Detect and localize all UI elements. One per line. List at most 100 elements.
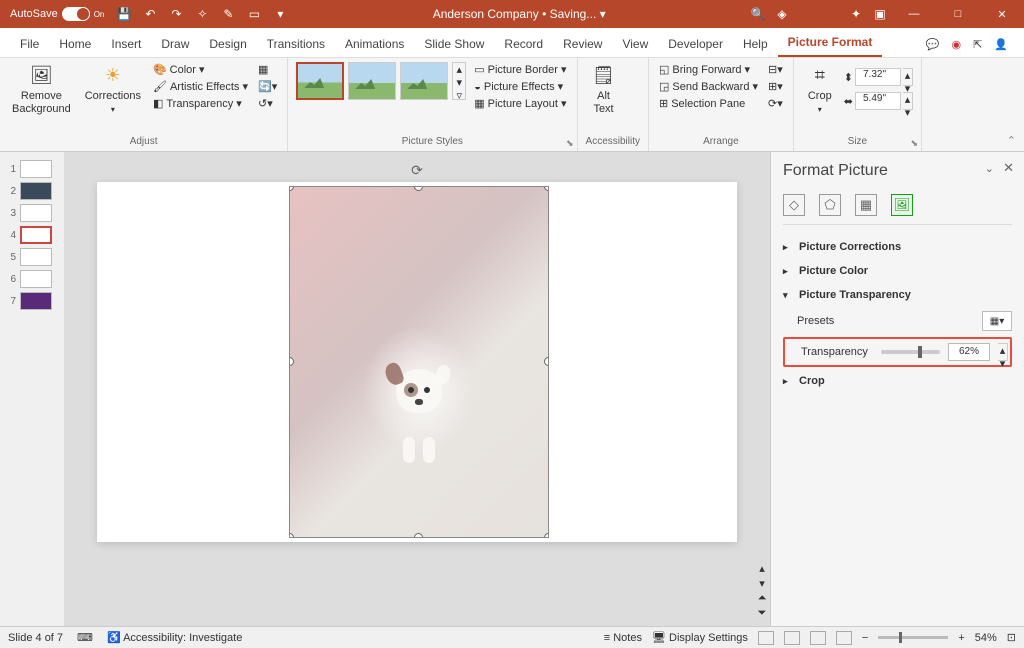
resize-handle-mr[interactable] <box>544 357 549 366</box>
gallery-more-button[interactable]: ▴▾▿ <box>452 62 466 100</box>
normal-view-icon[interactable] <box>758 631 774 645</box>
diamond-icon[interactable]: ◈ <box>774 6 790 22</box>
resize-handle-bc[interactable] <box>414 533 423 538</box>
slide-canvas[interactable]: ⟳ ▴ ▾ ⏶ ⏷ <box>64 152 770 626</box>
style-item-1[interactable] <box>296 62 344 100</box>
style-item-2[interactable] <box>348 62 396 100</box>
maximize-button[interactable]: □ <box>940 0 976 28</box>
resize-handle-br[interactable] <box>544 533 549 538</box>
thumb-6[interactable]: 6 <box>0 268 64 290</box>
styles-launcher-icon[interactable]: ⬊ <box>566 138 574 149</box>
resize-handle-tc[interactable] <box>414 186 423 191</box>
picture-layout-button[interactable]: ▦Picture Layout ▾ <box>472 96 568 111</box>
document-title[interactable]: Anderson Company • Saving... ▾ <box>288 7 750 21</box>
tab-developer[interactable]: Developer <box>658 31 733 57</box>
resize-handle-tr[interactable] <box>544 186 549 191</box>
group-button[interactable]: ⊞▾ <box>766 79 785 94</box>
tab-slideshow[interactable]: Slide Show <box>414 31 494 57</box>
slide-counter[interactable]: Slide 4 of 7 <box>8 632 63 644</box>
redo-icon[interactable]: ↷ <box>168 6 184 22</box>
language-icon[interactable]: ⌨ <box>77 631 93 644</box>
picture-styles-gallery[interactable]: ▴▾▿ <box>296 62 466 100</box>
width-field[interactable]: ⬌5.49"▴▾ <box>844 92 913 110</box>
change-pic-button[interactable]: 🔄▾ <box>256 79 279 94</box>
tab-design[interactable]: Design <box>199 31 256 57</box>
crop-button[interactable]: ⌗ Crop ▾ <box>802 62 838 117</box>
share-icon[interactable]: ⇱ <box>973 38 982 51</box>
reading-view-icon[interactable] <box>810 631 826 645</box>
zoom-in-icon[interactable]: + <box>958 632 964 644</box>
tab-view[interactable]: View <box>612 31 658 57</box>
prev-slide-icon[interactable]: ⏶ <box>758 592 767 605</box>
picture-color-section[interactable]: ▸Picture Color <box>783 259 1012 283</box>
color-button[interactable]: 🎨Color ▾ <box>151 62 250 77</box>
thumb-3[interactable]: 3 <box>0 202 64 224</box>
sparkle-icon[interactable]: ✦ <box>848 6 864 22</box>
scroll-down-icon[interactable]: ▾ <box>759 577 765 590</box>
toggle-switch[interactable] <box>62 7 90 21</box>
send-backward-button[interactable]: ◲Send Backward ▾ <box>657 79 760 94</box>
tab-picture-format[interactable]: Picture Format <box>778 29 883 57</box>
edit-icon[interactable]: ✎ <box>220 6 236 22</box>
comments-icon[interactable]: 💬 <box>926 38 940 51</box>
pane-options-icon[interactable]: ⌄ <box>985 162 994 175</box>
collapse-ribbon-icon[interactable]: ⌃ <box>1007 134 1016 147</box>
picture-transparency-section[interactable]: ▾Picture Transparency <box>783 283 1012 307</box>
selection-pane-button[interactable]: ⊞Selection Pane <box>657 96 760 111</box>
zoom-level[interactable]: 54% <box>975 632 997 644</box>
resize-handle-tl[interactable] <box>289 186 294 191</box>
notes-button[interactable]: ≡ Notes <box>604 632 642 644</box>
height-value[interactable]: 7.32" <box>855 68 901 86</box>
zoom-slider[interactable] <box>878 636 948 639</box>
height-spinner[interactable]: ▴▾ <box>903 68 913 86</box>
style-item-3[interactable] <box>400 62 448 100</box>
height-field[interactable]: ⬍7.32"▴▾ <box>844 68 913 86</box>
transparency-value-input[interactable]: 62% <box>948 343 990 361</box>
tab-transitions[interactable]: Transitions <box>257 31 335 57</box>
next-slide-icon[interactable]: ⏷ <box>758 607 767 620</box>
save-icon[interactable]: 💾 <box>116 6 132 22</box>
transparency-button[interactable]: ◧Transparency ▾ <box>151 96 250 111</box>
width-value[interactable]: 5.49" <box>855 92 901 110</box>
tab-review[interactable]: Review <box>553 31 612 57</box>
rotate-button[interactable]: ⟳▾ <box>766 96 785 111</box>
autosave-toggle[interactable]: AutoSave On <box>4 7 110 21</box>
selected-picture[interactable] <box>289 186 549 538</box>
touch-icon[interactable]: ✧ <box>194 6 210 22</box>
size-launcher-icon[interactable]: ⬊ <box>910 138 918 149</box>
thumb-5[interactable]: 5 <box>0 246 64 268</box>
qat-more-icon[interactable]: ▾ <box>272 6 288 22</box>
size-props-icon[interactable]: ▦ <box>855 194 877 216</box>
record-icon[interactable]: ◉ <box>951 38 961 51</box>
slideshow-view-icon[interactable] <box>836 631 852 645</box>
presets-button[interactable]: ▦▾ <box>982 311 1012 331</box>
picture-corrections-section[interactable]: ▸Picture Corrections <box>783 235 1012 259</box>
corrections-button[interactable]: ☀ Corrections ▾ <box>81 62 145 117</box>
resize-handle-bl[interactable] <box>289 533 294 538</box>
picture-border-button[interactable]: ▭Picture Border ▾ <box>472 62 568 77</box>
thumb-4[interactable]: 4 <box>0 224 64 246</box>
thumb-7[interactable]: 7 <box>0 290 64 312</box>
effects-tab-icon[interactable]: ⬠ <box>819 194 841 216</box>
tab-record[interactable]: Record <box>494 31 553 57</box>
crop-section[interactable]: ▸Crop <box>783 369 1012 393</box>
compress-button[interactable]: ▦ <box>256 62 279 77</box>
thumb-2[interactable]: 2 <box>0 180 64 202</box>
tab-draw[interactable]: Draw <box>151 31 199 57</box>
thumb-1[interactable]: 1 <box>0 158 64 180</box>
zoom-out-icon[interactable]: − <box>862 632 868 644</box>
bring-forward-button[interactable]: ◱Bring Forward ▾ <box>657 62 760 77</box>
transparency-slider[interactable] <box>881 350 940 354</box>
accessibility-status[interactable]: ♿ Accessibility: Investigate <box>107 631 242 644</box>
transparency-spinner[interactable]: ▴▾ <box>998 343 1008 361</box>
remove-background-button[interactable]: 🖼 Remove Background <box>8 62 75 118</box>
undo-icon[interactable]: ↶ <box>142 6 158 22</box>
artistic-effects-button[interactable]: 🖌Artistic Effects ▾ <box>151 79 250 94</box>
picture-effects-button[interactable]: ◒Picture Effects ▾ <box>472 79 568 94</box>
close-button[interactable]: ✕ <box>984 0 1020 28</box>
rotate-handle-icon[interactable]: ⟳ <box>411 162 423 179</box>
display-settings-button[interactable]: 🖥 Display Settings <box>652 631 748 644</box>
align-button[interactable]: ⊟▾ <box>766 62 785 77</box>
fit-to-window-icon[interactable]: ⊡ <box>1007 631 1016 644</box>
minimize-button[interactable]: — <box>896 0 932 28</box>
